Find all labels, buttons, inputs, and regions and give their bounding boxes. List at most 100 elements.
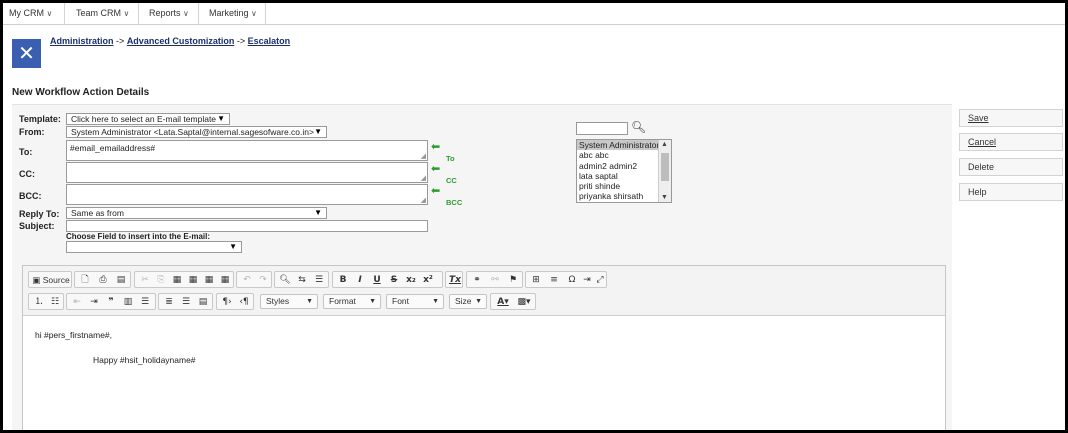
find-icon[interactable]: 🔍︎ — [278, 273, 292, 287]
superscript-icon[interactable]: x² — [421, 273, 435, 287]
delete-button[interactable]: Delete — [959, 158, 1063, 176]
resize-grip-icon: ◢ — [420, 175, 426, 182]
nav-label: My CRM — [9, 8, 44, 18]
horizontal-rule-icon[interactable]: ≡ — [547, 273, 561, 287]
unlink-icon[interactable]: ⚯ — [488, 273, 502, 287]
page-break-icon[interactable]: ⇥ — [581, 273, 593, 287]
nav-reports[interactable]: Reports ∨ — [139, 3, 199, 24]
add-to-arrow-icon[interactable]: ⬅ — [431, 141, 440, 152]
choose-field-label: Choose Field to insert into the E-mail: — [66, 232, 211, 241]
template-select[interactable]: Click here to select an E-mail template … — [66, 113, 230, 125]
subject-input[interactable] — [66, 220, 428, 232]
redo-icon[interactable]: ↷ — [256, 273, 270, 287]
bcc-field[interactable]: ◢ — [66, 184, 428, 205]
table-icon[interactable]: ⊞ — [529, 273, 543, 287]
to-field[interactable]: #email_emailaddress# ◢ — [66, 140, 428, 161]
user-option[interactable]: abc abc — [577, 150, 659, 160]
user-search-input[interactable] — [576, 122, 628, 135]
add-bcc-arrow-icon[interactable]: ⬅ — [431, 185, 440, 196]
toolbar-group-remove-format: Tx — [445, 271, 463, 288]
breadcrumb: Administration -> Advanced Customization… — [50, 36, 290, 46]
justify-icon[interactable]: ▤ — [196, 295, 210, 309]
div-container-icon[interactable]: ▥ — [121, 295, 135, 309]
toolbar-group-basicstyles: B I U S x₂ x² — [332, 271, 443, 288]
search-icon[interactable]: 🔍︎ — [631, 120, 646, 134]
paste-format-icon[interactable]: ▦ — [218, 273, 232, 287]
indent-icon[interactable]: ⇥ — [87, 295, 101, 309]
from-select[interactable]: System Administrator <Lata.Saptal@intern… — [66, 126, 327, 138]
breadcrumb-separator: -> — [116, 36, 125, 46]
toolbar-group-indent: ⇤ ⇥ ❞ ▥ ☰ — [66, 293, 156, 310]
breadcrumb-escalation[interactable]: Escalaton — [248, 36, 291, 46]
select-all-icon[interactable]: ☰ — [312, 273, 326, 287]
paste-icon[interactable]: ▦ — [170, 273, 184, 287]
nav-team-crm[interactable]: Team CRM ∨ — [65, 3, 139, 24]
add-cc-arrow-icon[interactable]: ⬅ — [431, 163, 440, 174]
user-option[interactable]: priti shinde — [577, 181, 659, 191]
text-rtl-icon[interactable]: ‹¶ — [237, 295, 251, 309]
strike-icon[interactable]: S — [387, 273, 401, 287]
size-combo[interactable]: Size ▼ — [449, 294, 487, 309]
scroll-thumb[interactable] — [661, 153, 669, 181]
print-icon[interactable]: ⎙ — [96, 273, 110, 287]
styles-combo[interactable]: Styles ▼ — [260, 294, 318, 309]
bg-color-icon[interactable]: ▩▾ — [514, 295, 534, 309]
format-combo[interactable]: Format ▼ — [323, 294, 381, 309]
cancel-button[interactable]: Cancel — [959, 133, 1063, 151]
scroll-up-icon[interactable]: ▲ — [661, 141, 668, 148]
paste-text-icon[interactable]: ▦ — [186, 273, 200, 287]
source-button[interactable]: ▣ Source — [31, 273, 71, 287]
editor-content[interactable]: hi #pers_firstname#, Happy #hsit_holiday… — [23, 317, 945, 430]
text-color-icon[interactable]: A▾ — [493, 295, 513, 309]
anchor-flag-icon[interactable]: ⚑ — [506, 273, 520, 287]
nav-my-crm[interactable]: My CRM ∨ — [3, 3, 65, 24]
paste-word-icon[interactable]: ▦ — [202, 273, 216, 287]
italic-icon[interactable]: I — [353, 273, 367, 287]
user-listbox[interactable]: System Administrator abc abc admin2 admi… — [576, 139, 672, 203]
cut-icon[interactable]: ✂ — [138, 273, 152, 287]
resize-grip-icon: ◢ — [420, 197, 426, 204]
link-icon[interactable]: ⚭ — [470, 273, 484, 287]
to-tag: To — [446, 154, 455, 163]
bold-icon[interactable]: B — [336, 273, 350, 287]
copy-icon[interactable]: ⎘ — [154, 273, 168, 287]
user-option[interactable]: priyanka shirsath — [577, 191, 659, 201]
reply-to-select[interactable]: Same as from ▼ — [66, 207, 327, 219]
breadcrumb-administration[interactable]: Administration — [50, 36, 114, 46]
text-ltr-icon[interactable]: ¶› — [220, 295, 234, 309]
preview-icon[interactable]: 🗋 — [78, 273, 92, 287]
numbered-list-icon[interactable]: ⒈ — [32, 295, 46, 309]
cancel-label: Cancel — [968, 137, 997, 147]
choose-field-select[interactable]: ▼ — [66, 241, 242, 253]
chevron-down-icon: ▼ — [306, 298, 313, 305]
user-option[interactable]: System Administrator — [577, 140, 659, 151]
special-char-icon[interactable]: Ω — [565, 273, 579, 287]
align-left-icon[interactable]: ☰ — [138, 295, 152, 309]
templates-icon[interactable]: ▤ — [114, 273, 128, 287]
align-center-icon[interactable]: ≣ — [162, 295, 176, 309]
align-right-icon[interactable]: ☰ — [179, 295, 193, 309]
undo-icon[interactable]: ↶ — [240, 273, 254, 287]
chevron-down-icon: ▼ — [369, 298, 376, 305]
user-option[interactable]: admin2 admin2 — [577, 161, 659, 171]
dropdown-arrow-icon: ▼ — [217, 114, 225, 123]
user-option[interactable]: lata saptal — [577, 171, 659, 181]
help-button[interactable]: Help — [959, 183, 1063, 201]
dropdown-arrow-icon: ▼ — [314, 127, 322, 136]
chevron-down-icon: ∨ — [46, 9, 53, 18]
bulleted-list-icon[interactable]: ☷ — [48, 295, 62, 309]
cc-field[interactable]: ◢ — [66, 162, 428, 183]
listbox-scrollbar[interactable]: ▲ ▼ — [658, 140, 671, 202]
scroll-down-icon[interactable]: ▼ — [661, 194, 668, 201]
blockquote-icon[interactable]: ❞ — [104, 295, 118, 309]
font-combo[interactable]: Font ▼ — [386, 294, 444, 309]
remove-format-icon[interactable]: Tx — [448, 273, 462, 287]
breadcrumb-advanced-customization[interactable]: Advanced Customization — [127, 36, 235, 46]
outdent-icon[interactable]: ⇤ — [70, 295, 84, 309]
subscript-icon[interactable]: x₂ — [404, 273, 418, 287]
save-button[interactable]: Save — [959, 109, 1063, 127]
underline-icon[interactable]: U — [370, 273, 384, 287]
nav-marketing[interactable]: Marketing ∨ — [199, 3, 266, 24]
replace-icon[interactable]: ⇆ — [295, 273, 309, 287]
maximize-icon[interactable]: ⤢ — [594, 273, 606, 287]
